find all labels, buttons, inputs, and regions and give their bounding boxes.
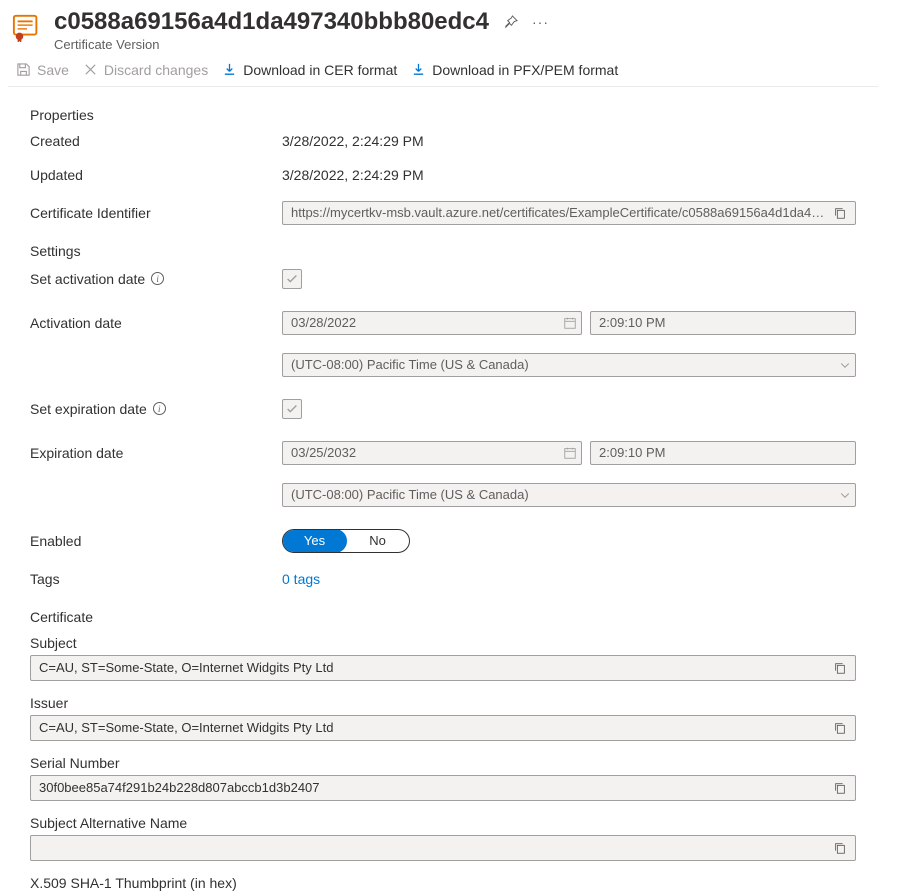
created-label: Created bbox=[30, 133, 282, 149]
page-header: c0588a69156a4d1da497340bbb80edc4 Certifi… bbox=[8, 0, 878, 56]
tags-label: Tags bbox=[30, 571, 282, 587]
copy-subject-button[interactable] bbox=[829, 657, 851, 679]
pin-icon[interactable] bbox=[503, 15, 518, 30]
activation-date-input: 03/28/2022 bbox=[282, 311, 582, 335]
set-expiration-date-checkbox bbox=[282, 399, 302, 419]
serial-field: 30f0bee85a74f291b24b228d807abccb1d3b2407 bbox=[30, 775, 856, 801]
set-activation-date-checkbox bbox=[282, 269, 302, 289]
expiration-time-input: 2:09:10 PM bbox=[590, 441, 856, 465]
activation-timezone-select: (UTC-08:00) Pacific Time (US & Canada) bbox=[282, 353, 856, 377]
tags-link[interactable]: 0 tags bbox=[282, 571, 320, 587]
download-cer-button[interactable]: Download in CER format bbox=[222, 62, 397, 78]
enabled-toggle-yes[interactable]: Yes bbox=[282, 529, 347, 553]
copy-san-button[interactable] bbox=[829, 837, 851, 859]
sha1-label: X.509 SHA-1 Thumbprint (in hex) bbox=[30, 875, 856, 891]
info-icon[interactable]: i bbox=[151, 272, 164, 285]
enabled-label: Enabled bbox=[30, 533, 282, 549]
updated-value: 3/28/2022, 2:24:29 PM bbox=[282, 167, 424, 183]
enabled-toggle[interactable]: Yes No bbox=[282, 529, 410, 553]
issuer-value: C=AU, ST=Some-State, O=Internet Widgits … bbox=[39, 720, 829, 735]
certificate-icon bbox=[12, 12, 42, 42]
expiration-timezone-select: (UTC-08:00) Pacific Time (US & Canada) bbox=[282, 483, 856, 507]
serial-label: Serial Number bbox=[30, 755, 856, 771]
expiration-date-label: Expiration date bbox=[30, 445, 282, 461]
download-pfx-button[interactable]: Download in PFX/PEM format bbox=[411, 62, 618, 78]
content-area: Properties Created 3/28/2022, 2:24:29 PM… bbox=[8, 87, 878, 891]
updated-label: Updated bbox=[30, 167, 282, 183]
copy-issuer-button[interactable] bbox=[829, 717, 851, 739]
san-label: Subject Alternative Name bbox=[30, 815, 856, 831]
chevron-down-icon bbox=[839, 489, 851, 501]
save-button: Save bbox=[16, 62, 69, 78]
set-activation-date-label: Set activation date i bbox=[30, 271, 282, 287]
certificate-section-title: Certificate bbox=[30, 609, 856, 625]
subject-label: Subject bbox=[30, 635, 856, 651]
copy-identifier-button[interactable] bbox=[829, 202, 851, 224]
calendar-icon bbox=[563, 446, 577, 460]
command-bar: Save Discard changes Download in CER for… bbox=[8, 56, 878, 87]
enabled-toggle-no[interactable]: No bbox=[346, 530, 409, 552]
san-field bbox=[30, 835, 856, 861]
created-value: 3/28/2022, 2:24:29 PM bbox=[282, 133, 424, 149]
activation-time-input: 2:09:10 PM bbox=[590, 311, 856, 335]
calendar-icon bbox=[563, 316, 577, 330]
issuer-field: C=AU, ST=Some-State, O=Internet Widgits … bbox=[30, 715, 856, 741]
chevron-down-icon bbox=[839, 359, 851, 371]
properties-section-title: Properties bbox=[30, 107, 856, 123]
identifier-field: https://mycertkv-msb.vault.azure.net/cer… bbox=[282, 201, 856, 225]
settings-section-title: Settings bbox=[30, 243, 856, 259]
discard-button: Discard changes bbox=[83, 62, 208, 78]
page-title: c0588a69156a4d1da497340bbb80edc4 bbox=[54, 8, 489, 37]
issuer-label: Issuer bbox=[30, 695, 856, 711]
more-icon[interactable]: ··· bbox=[532, 14, 549, 30]
info-icon[interactable]: i bbox=[153, 402, 166, 415]
subject-value: C=AU, ST=Some-State, O=Internet Widgits … bbox=[39, 660, 829, 675]
activation-date-label: Activation date bbox=[30, 315, 282, 331]
serial-value: 30f0bee85a74f291b24b228d807abccb1d3b2407 bbox=[39, 780, 829, 795]
set-expiration-date-label: Set expiration date i bbox=[30, 401, 282, 417]
subject-field: C=AU, ST=Some-State, O=Internet Widgits … bbox=[30, 655, 856, 681]
identifier-label: Certificate Identifier bbox=[30, 205, 282, 221]
identifier-value: https://mycertkv-msb.vault.azure.net/cer… bbox=[291, 205, 829, 220]
page-subtitle: Certificate Version bbox=[54, 37, 489, 52]
expiration-date-input: 03/25/2032 bbox=[282, 441, 582, 465]
copy-serial-button[interactable] bbox=[829, 777, 851, 799]
